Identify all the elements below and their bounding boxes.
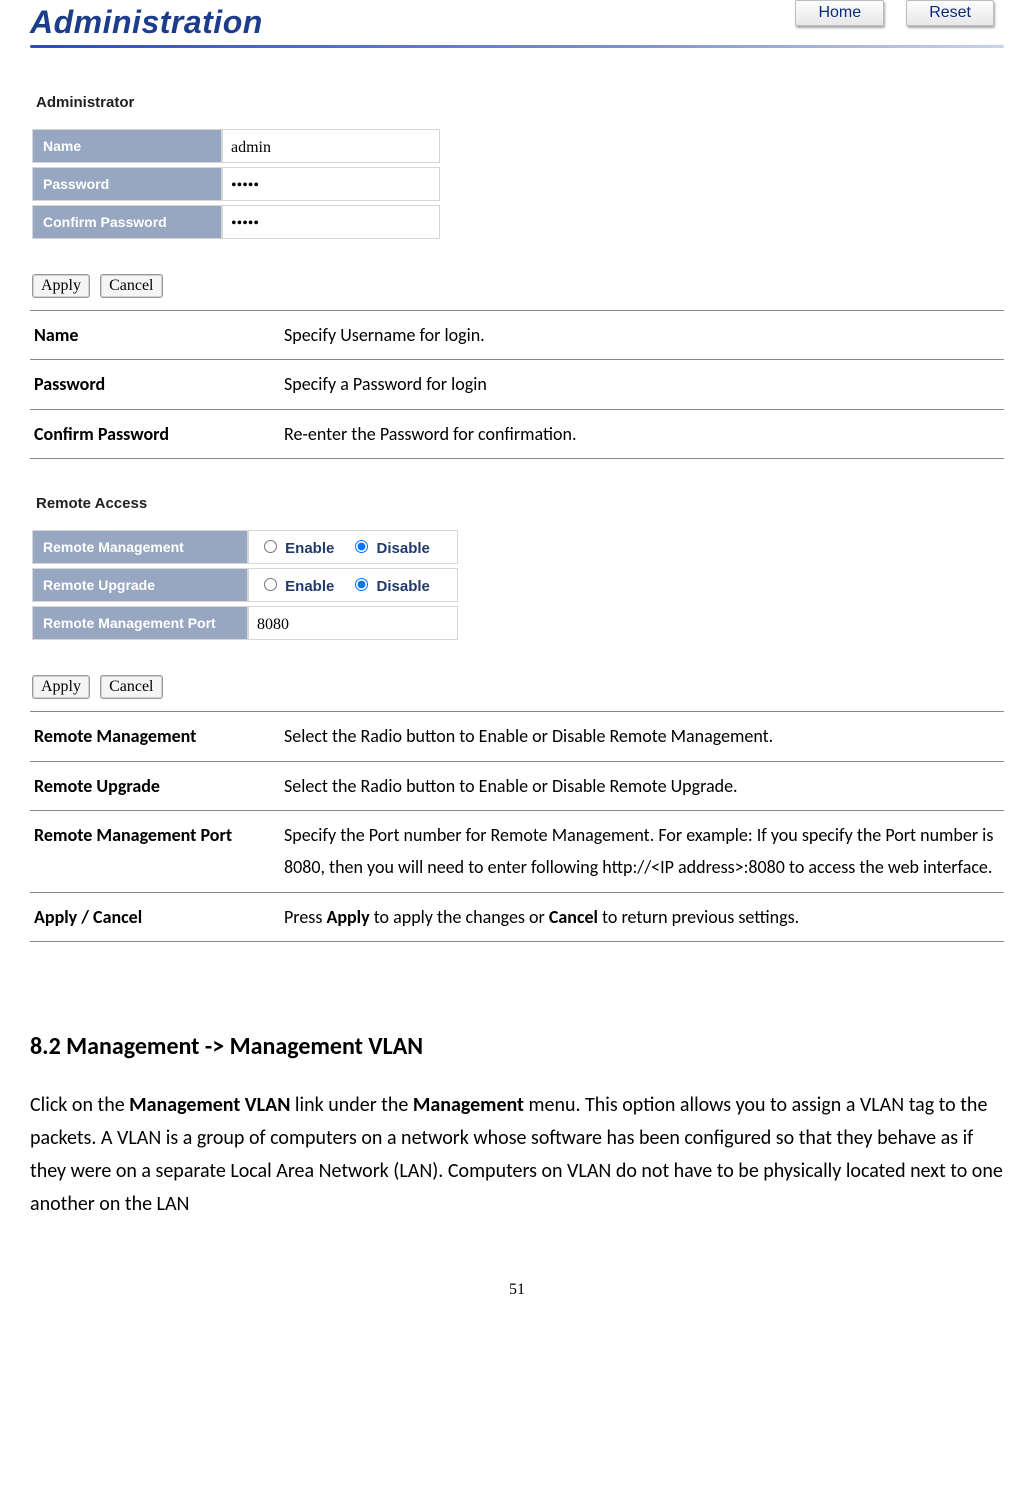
cancel-button-2[interactable]: Cancel — [100, 675, 162, 699]
table-row: Remote ManagementSelect the Radio button… — [30, 712, 1004, 761]
header-bar: Administration Home Reset — [30, 0, 1004, 48]
doc-desc: Press Apply to apply the changes or Canc… — [280, 892, 1004, 941]
section-8-2-heading: 8.2 Management -> Management VLAN — [30, 1032, 1004, 1061]
home-button[interactable]: Home — [795, 0, 884, 26]
remote-doc-table: Remote ManagementSelect the Radio button… — [30, 711, 1004, 942]
doc-desc: Select the Radio button to Enable or Dis… — [280, 712, 1004, 761]
confirm-password-label: Confirm Password — [32, 205, 222, 239]
administrator-form: Name Password Confirm Password — [32, 125, 440, 243]
remote-upgrade-enable[interactable]: Enable — [259, 575, 334, 595]
reset-button[interactable]: Reset — [906, 0, 994, 26]
doc-term: Apply / Cancel — [30, 892, 280, 941]
doc-desc: Specify Username for login. — [280, 311, 1004, 360]
administrator-section-title: Administrator — [36, 94, 1004, 111]
table-row: NameSpecify Username for login. — [30, 311, 1004, 360]
password-label: Password — [32, 167, 222, 201]
name-label: Name — [32, 129, 222, 163]
cancel-button[interactable]: Cancel — [100, 274, 162, 298]
table-row: PasswordSpecify a Password for login — [30, 360, 1004, 409]
table-row: Apply / CancelPress Apply to apply the c… — [30, 892, 1004, 941]
apply-button-2[interactable]: Apply — [32, 675, 90, 699]
table-row: Remote Management PortSpecify the Port n… — [30, 810, 1004, 892]
administrator-doc-table: NameSpecify Username for login.PasswordS… — [30, 310, 1004, 459]
doc-desc: Specify the Port number for Remote Manag… — [280, 810, 1004, 892]
doc-term: Name — [30, 311, 280, 360]
password-input[interactable] — [229, 176, 433, 196]
remote-management-port-input[interactable] — [255, 615, 325, 635]
table-row: Confirm PasswordRe-enter the Password fo… — [30, 409, 1004, 458]
doc-desc: Select the Radio button to Enable or Dis… — [280, 761, 1004, 810]
remote-access-section-title: Remote Access — [36, 495, 1004, 512]
doc-desc: Re-enter the Password for confirmation. — [280, 409, 1004, 458]
doc-term: Confirm Password — [30, 409, 280, 458]
remote-access-form: Remote Management Enable Disable Remote … — [32, 526, 458, 644]
remote-upgrade-label: Remote Upgrade — [32, 568, 248, 602]
remote-management-disable[interactable]: Disable — [350, 537, 430, 557]
doc-term: Remote Upgrade — [30, 761, 280, 810]
doc-term: Remote Management — [30, 712, 280, 761]
table-row: Remote UpgradeSelect the Radio button to… — [30, 761, 1004, 810]
confirm-password-input[interactable] — [229, 214, 433, 234]
apply-button[interactable]: Apply — [32, 274, 90, 298]
header-divider — [30, 45, 1004, 48]
doc-term: Remote Management Port — [30, 810, 280, 892]
remote-management-label: Remote Management — [32, 530, 248, 564]
doc-desc: Specify a Password for login — [280, 360, 1004, 409]
page-number: 51 — [30, 1281, 1004, 1299]
page-title: Administration — [30, 4, 263, 40]
doc-term: Password — [30, 360, 280, 409]
remote-management-enable[interactable]: Enable — [259, 537, 334, 557]
remote-management-port-label: Remote Management Port — [32, 606, 248, 640]
section-8-2-body: Click on the Management VLAN link under … — [30, 1089, 1004, 1221]
remote-upgrade-disable[interactable]: Disable — [350, 575, 430, 595]
name-input[interactable] — [229, 138, 433, 158]
